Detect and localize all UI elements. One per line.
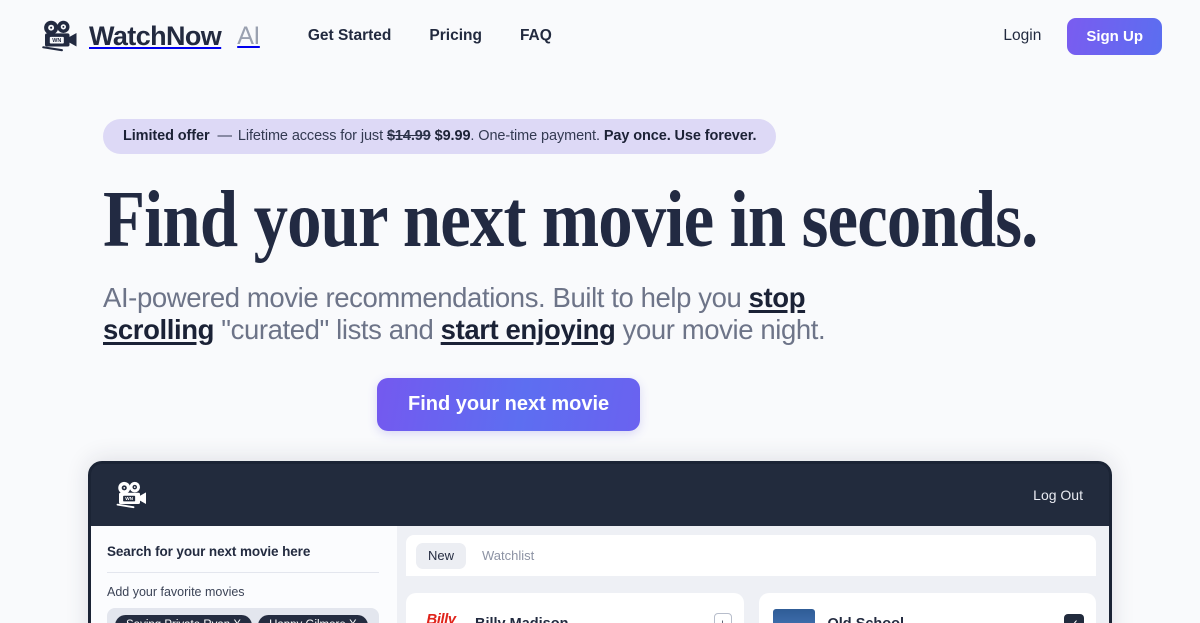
svg-text:WN: WN: [125, 496, 133, 501]
app-body: Search for your next movie here Add your…: [91, 526, 1109, 623]
offer-lead-text: Lifetime access for just: [237, 128, 383, 144]
offer-old-price: $14.99: [386, 128, 431, 144]
sidebar-heading: Search for your next movie here: [107, 544, 311, 559]
nav-item-pricing[interactable]: Pricing: [429, 27, 482, 45]
offer-dash: —: [217, 128, 233, 144]
movie-title: Billy Madison: [475, 616, 568, 623]
offer-badge-label: Limited offer: [123, 128, 210, 144]
movie-chip[interactable]: Happy Gilmore X: [258, 615, 368, 623]
movie-title: Old School: [828, 616, 905, 623]
subtitle-part-2: "curated" lists and: [214, 314, 441, 346]
offer-tail-text: Pay once. Use forever.: [603, 128, 757, 144]
nav-item-faq[interactable]: FAQ: [520, 27, 552, 45]
movie-cards-row: Billy Billy Madison + Old School ✓: [406, 576, 1096, 623]
movie-chip[interactable]: Saving Private Ryan X: [115, 615, 253, 623]
movie-camera-icon: WN: [113, 480, 149, 510]
login-link[interactable]: Login: [1003, 27, 1041, 45]
cta-container: Find your next movie: [103, 378, 1200, 432]
app-preview-window: WN Log Out Search for your next movie he…: [88, 461, 1112, 623]
movie-poster: [772, 609, 815, 623]
add-to-watchlist-button[interactable]: +: [713, 613, 732, 623]
subtitle-emphasis-2: start enjoying: [440, 314, 616, 346]
page-title: Find your next movie in seconds.: [103, 176, 1038, 264]
tab-new[interactable]: New: [416, 543, 467, 569]
tab-watchlist[interactable]: Watchlist: [470, 543, 546, 569]
site-header: WN WatchNow AI Get Started Pricing FAQ L…: [0, 0, 1200, 72]
movie-card[interactable]: Old School ✓: [758, 593, 1096, 623]
movie-card[interactable]: Billy Billy Madison +: [406, 593, 744, 623]
movie-camera-icon: WN: [38, 19, 80, 53]
movie-poster: Billy: [420, 609, 462, 623]
limited-offer-banner: Limited offer — Lifetime access for just…: [103, 119, 777, 154]
hero-subtitle: AI-powered movie recommendations. Built …: [103, 282, 893, 347]
svg-text:WN: WN: [52, 38, 61, 44]
find-next-movie-button[interactable]: Find your next movie: [377, 378, 641, 432]
sidebar-divider: [107, 572, 379, 573]
header-actions: Login Sign Up: [1003, 17, 1162, 55]
favorites-label: Add your favorite movies: [107, 585, 245, 599]
main-nav: Get Started Pricing FAQ: [308, 27, 552, 45]
offer-new-price: $9.99: [434, 128, 471, 144]
app-topbar: WN Log Out: [91, 464, 1109, 526]
brand-name: WatchNow: [89, 20, 222, 51]
nav-item-get-started[interactable]: Get Started: [308, 27, 392, 45]
card-action: +: [713, 613, 732, 623]
subtitle-part-1: AI-powered movie recommendations. Built …: [103, 281, 749, 313]
hero-section: Limited offer — Lifetime access for just…: [0, 72, 1200, 432]
app-sidebar: Search for your next movie here Add your…: [91, 526, 397, 623]
brand-suffix: AI: [237, 21, 260, 50]
brand-logo[interactable]: WN WatchNow AI: [38, 19, 260, 53]
tabs-bar: New Watchlist: [406, 535, 1096, 576]
log-out-link[interactable]: Log Out: [1033, 487, 1083, 503]
card-action: ✓: [1064, 614, 1084, 623]
sign-up-button[interactable]: Sign Up: [1067, 17, 1162, 55]
subtitle-part-3: your movie night.: [615, 314, 826, 346]
watchlist-checkbox[interactable]: ✓: [1064, 614, 1084, 623]
favorite-movies-input[interactable]: Saving Private Ryan X Happy Gilmore X: [107, 608, 379, 623]
app-main-panel: New Watchlist Billy Billy Madison + Old …: [397, 526, 1109, 623]
offer-middle-text: . One-time payment.: [470, 128, 600, 144]
